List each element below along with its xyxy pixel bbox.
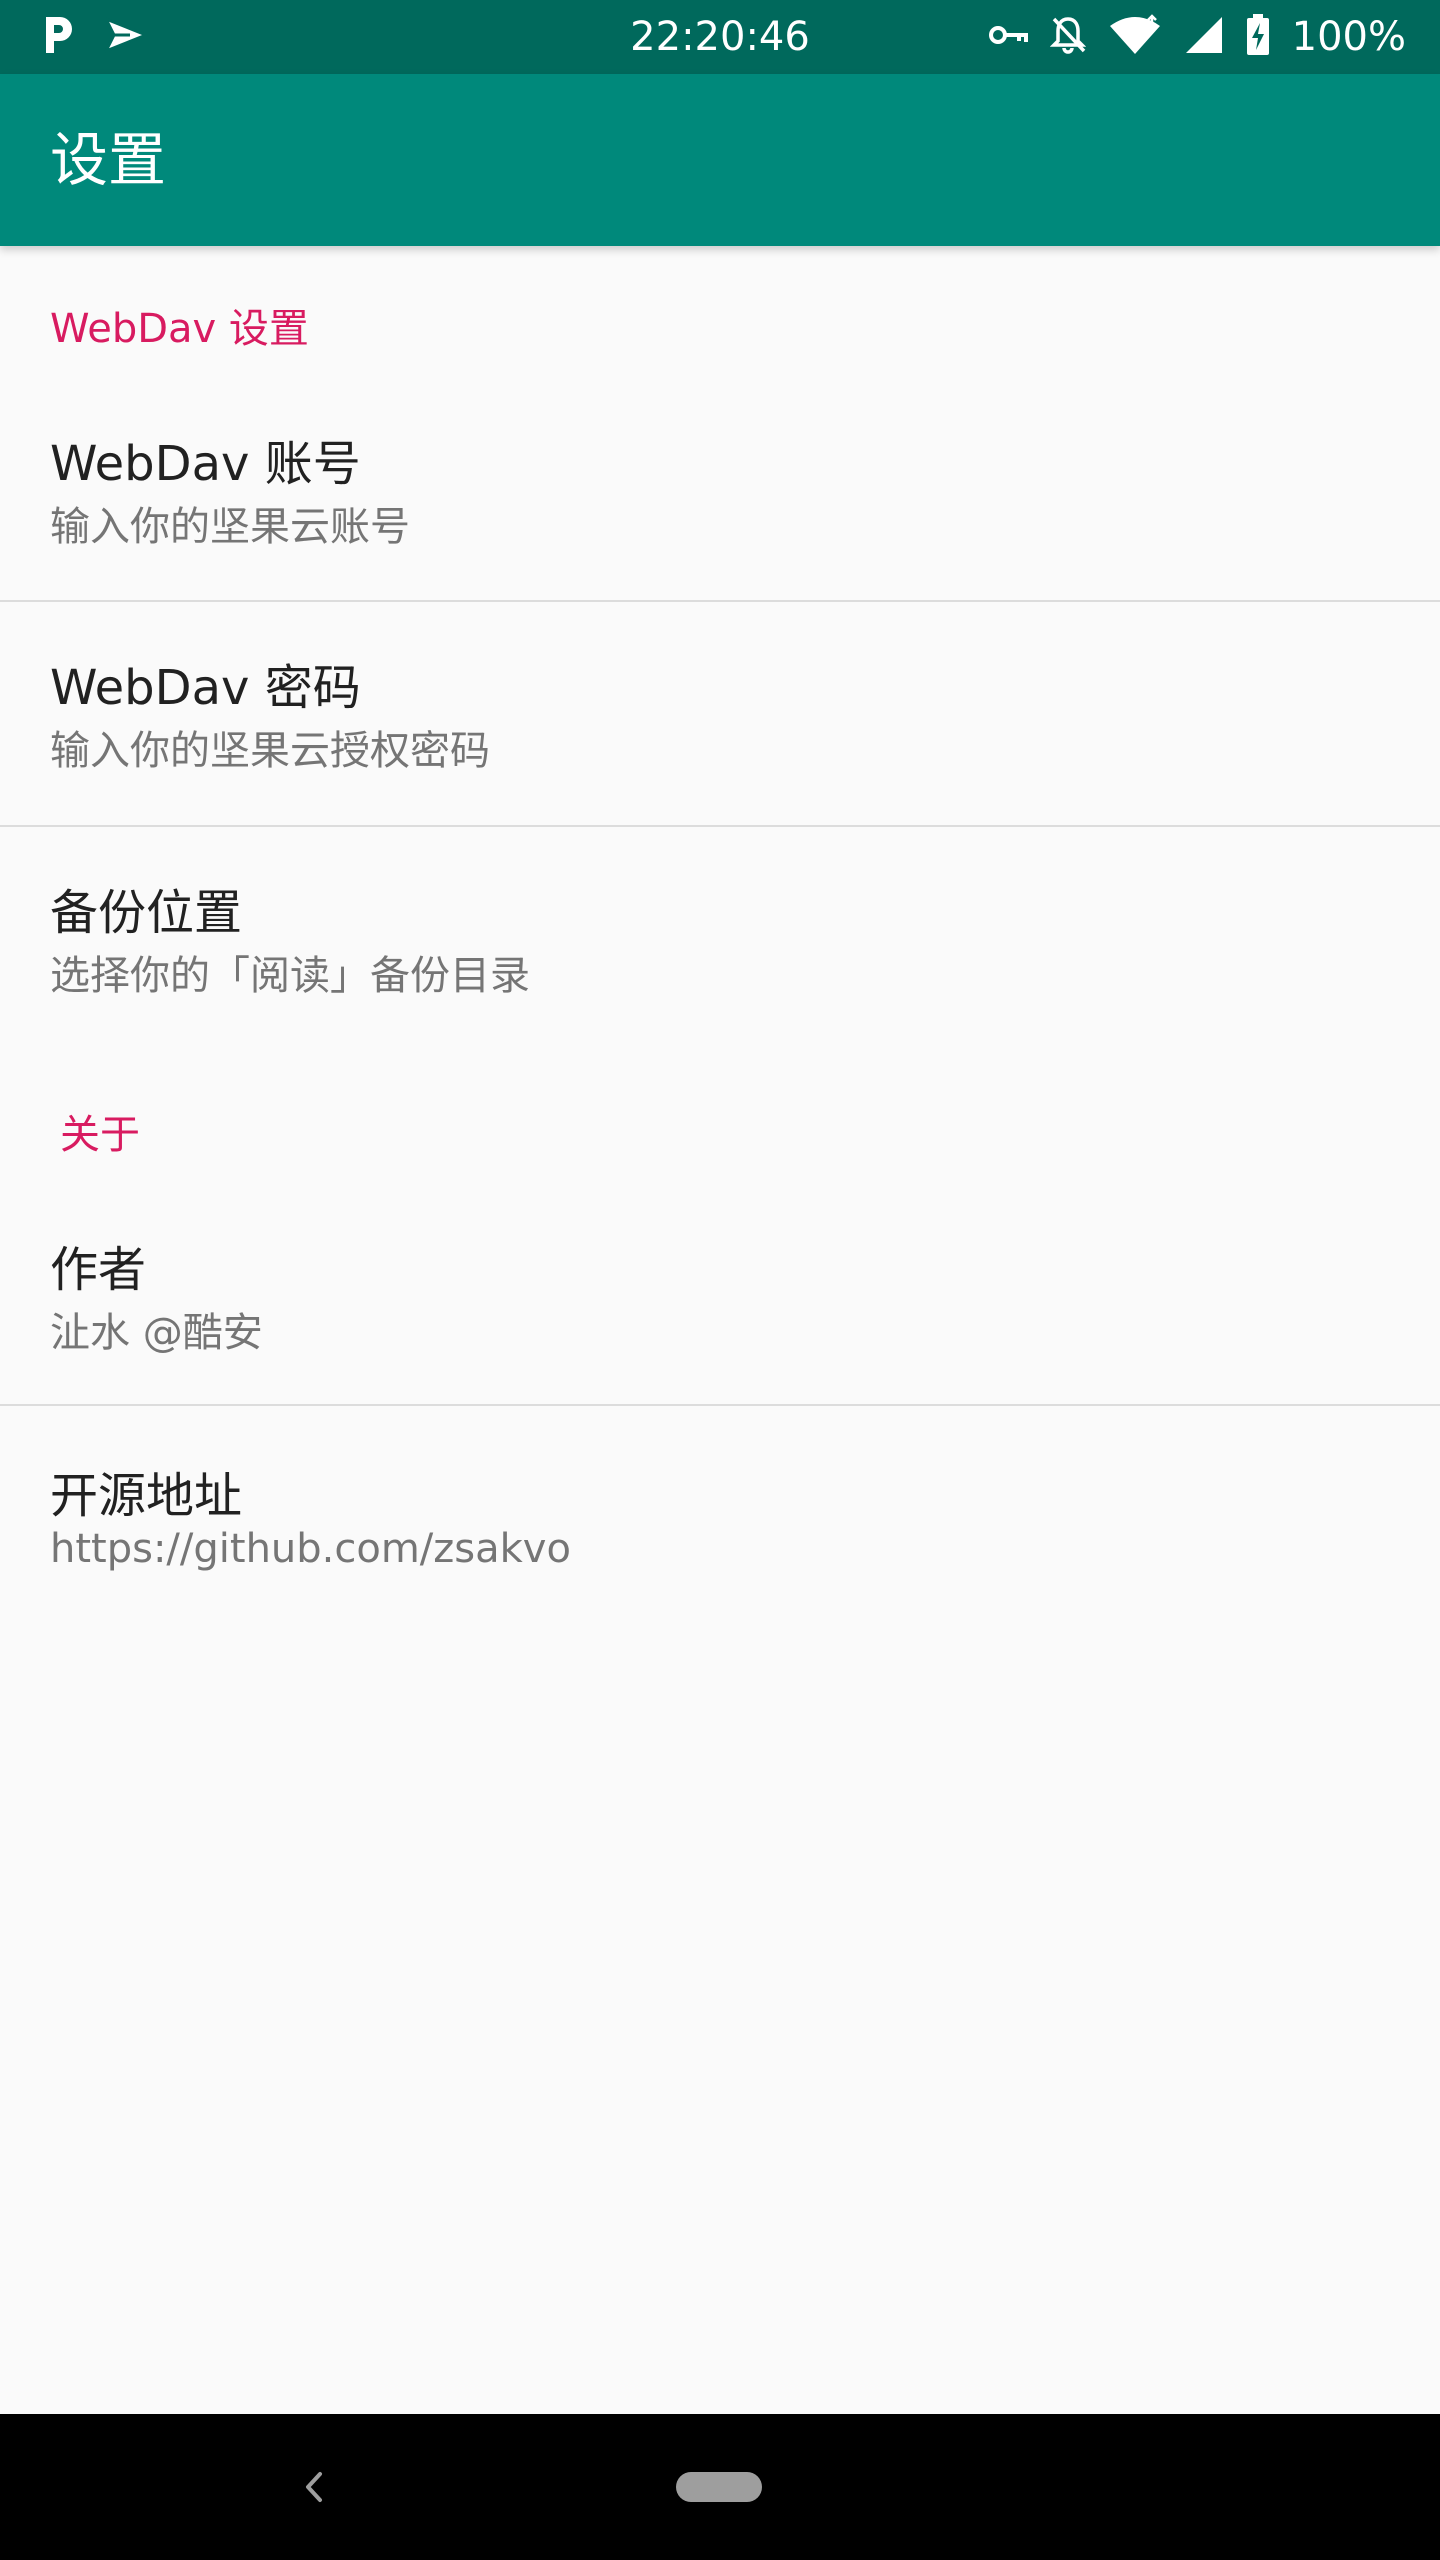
- pref-backup-location[interactable]: 备份位置 选择你的「阅读」备份目录: [0, 827, 1440, 1051]
- back-icon[interactable]: [290, 2462, 340, 2512]
- battery-charging-icon: [1246, 14, 1270, 60]
- pref-title: WebDav 密码: [50, 660, 361, 716]
- page-title: 设置: [50, 126, 167, 194]
- pref-webdav-password[interactable]: WebDav 密码 输入你的坚果云授权密码: [0, 602, 1440, 826]
- category-webdav: WebDav 设置: [50, 306, 309, 352]
- category-about: 关于: [60, 1112, 140, 1158]
- pref-summary: 沚水 @酷安: [50, 1310, 263, 1356]
- signal-icon: [1184, 15, 1224, 59]
- pref-summary: https://github.com/zsakvo: [50, 1526, 571, 1572]
- battery-percentage: 100%: [1291, 14, 1406, 60]
- pref-title: 备份位置: [50, 885, 243, 941]
- navigation-bar: [0, 2414, 1440, 2560]
- pref-title: WebDav 账号: [50, 436, 361, 492]
- pref-source-url[interactable]: 开源地址 https://github.com/zsakvo: [0, 1406, 1440, 1630]
- notifications-off-icon: [1049, 15, 1086, 59]
- app-bar: 设置: [0, 74, 1440, 246]
- pref-summary: 输入你的坚果云账号: [50, 504, 410, 550]
- pref-summary: 输入你的坚果云授权密码: [50, 728, 490, 774]
- wifi-icon: [1108, 14, 1162, 60]
- pref-summary: 选择你的「阅读」备份目录: [50, 953, 530, 999]
- home-pill-icon[interactable]: [676, 2472, 762, 2502]
- vpn-key-icon: [988, 23, 1028, 51]
- pref-webdav-account[interactable]: WebDav 账号 输入你的坚果云账号: [0, 366, 1440, 590]
- pref-title: 开源地址: [50, 1468, 243, 1524]
- pref-author[interactable]: 作者 沚水 @酷安: [0, 1176, 1440, 1400]
- pref-title: 作者: [50, 1242, 147, 1298]
- status-bar: 22:20:46 100%: [0, 0, 1440, 74]
- status-right-icons: 100%: [988, 0, 1406, 74]
